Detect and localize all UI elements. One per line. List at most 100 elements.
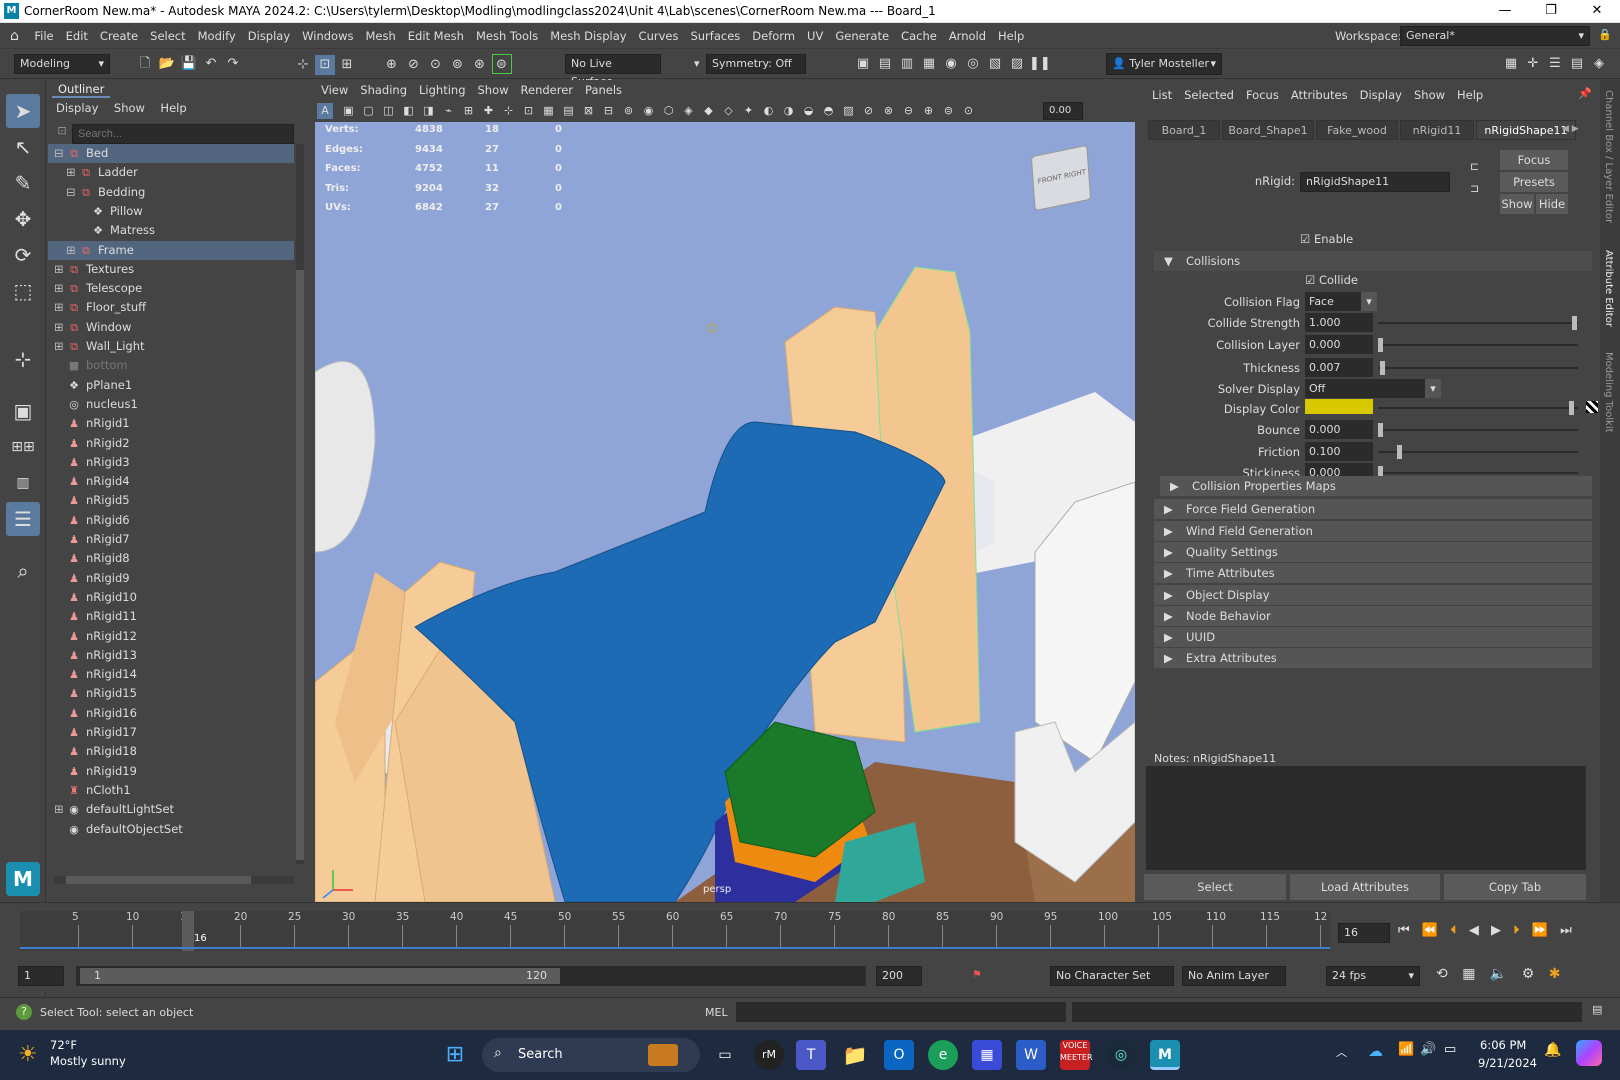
viewport-tool-icon[interactable]: ◧ (401, 103, 417, 119)
viewport-tool-icon[interactable]: ▣ (341, 103, 357, 119)
time-ruler[interactable]: 5101520253035404550556065707580859095100… (20, 911, 1330, 951)
enable-checkbox[interactable]: ☑ Enable (1300, 232, 1353, 246)
ae-tab[interactable]: nRigidShape11 (1476, 120, 1576, 140)
attr-field[interactable]: Face ▾ (1305, 292, 1377, 311)
menu-help[interactable]: Help (992, 23, 1030, 49)
single-perspective-icon[interactable]: ▣ (6, 394, 40, 428)
step-back-icon[interactable]: ⏪ (1422, 923, 1438, 938)
menu-display[interactable]: Display (242, 23, 296, 49)
menu-arnold[interactable]: Arnold (943, 23, 992, 49)
word-icon[interactable]: W (1016, 1040, 1046, 1070)
menu-surfaces[interactable]: Surfaces (684, 23, 746, 49)
viewport-tool-icon[interactable]: ⊗ (881, 103, 897, 119)
minimize-button[interactable]: — (1482, 0, 1528, 23)
search-icon[interactable]: ⌕ (6, 554, 40, 588)
attr-slider[interactable] (1378, 344, 1578, 346)
menu-generate[interactable]: Generate (829, 23, 895, 49)
viewport-tool-icon[interactable]: ◐ (761, 103, 777, 119)
outliner-item[interactable]: ♟ nRigid4 (48, 472, 294, 491)
view-cube-right[interactable]: RIGHT (1064, 168, 1087, 180)
viewport-tool-icon[interactable]: ◉ (641, 103, 657, 119)
viewport-tool-icon[interactable]: ◓ (821, 103, 837, 119)
snap-surface-icon[interactable]: ⊛ (470, 55, 490, 75)
section-header[interactable]: ▶ Force Field Generation (1154, 499, 1592, 520)
select-component-icon[interactable]: ⊞ (337, 55, 357, 75)
prev-key-icon[interactable]: ⏴ (1450, 923, 1457, 938)
ae-tab[interactable]: Board_1 (1148, 120, 1220, 140)
outliner-item[interactable]: ⊞ ⧉ Window (48, 318, 294, 337)
task-view-icon[interactable]: ▭ (710, 1040, 740, 1070)
edge-icon[interactable]: e (928, 1040, 958, 1070)
outlook-icon[interactable]: O (884, 1040, 914, 1070)
outliner-item[interactable]: ♟ nRigid17 (48, 723, 294, 742)
slider-handle[interactable] (1397, 445, 1403, 459)
ae-menu-help[interactable]: Help (1451, 85, 1489, 105)
viewport-tool-icon[interactable]: ⊖ (901, 103, 917, 119)
outliner-item[interactable]: ♟ nRigid19 (48, 762, 294, 781)
expand-toggle-icon[interactable]: ⊞ (54, 337, 64, 356)
section-header[interactable]: ▶ Node Behavior (1154, 605, 1592, 626)
close-button[interactable]: ✕ (1574, 0, 1620, 23)
viewport-tool-icon[interactable]: ◆ (701, 103, 717, 119)
viewport-tool-icon[interactable]: ◒ (801, 103, 817, 119)
sound-icon[interactable]: 🔈 (1490, 966, 1507, 982)
filter-icon[interactable]: ⊡ (54, 124, 70, 144)
workspace-dropdown[interactable]: General* ▾ (1400, 26, 1590, 46)
viewport-panel[interactable]: View Shading Lighting Show Renderer Panels A … (315, 80, 1135, 902)
outliner-item[interactable]: ⊞ ⧉ Telescope (48, 279, 294, 298)
layout-ui-icon[interactable]: ◈ (1589, 54, 1609, 74)
user-account[interactable]: 👤 Tyler Mosteller ▾ (1106, 53, 1222, 75)
menu-curves[interactable]: Curves (633, 23, 685, 49)
start-frame-field[interactable]: 1 (18, 966, 64, 986)
expand-toggle-icon[interactable]: ⊞ (54, 279, 64, 298)
snap-grid-icon[interactable]: ⊕ (382, 55, 402, 75)
menu-deform[interactable]: Deform (746, 23, 801, 49)
pin-icon[interactable]: 📌 (1578, 87, 1592, 100)
viewport-tool-icon[interactable]: ⊜ (941, 103, 957, 119)
outliner-item[interactable]: ■ bottom (48, 356, 294, 375)
attr-slider[interactable] (1378, 451, 1578, 453)
view-cube[interactable]: FRONT RIGHT (1030, 144, 1092, 212)
outliner-item[interactable]: ⊞ ⧉ Frame (48, 240, 294, 260)
layout-persp-icon[interactable]: ✛ (1523, 54, 1543, 74)
render-settings-icon[interactable]: ▦ (919, 54, 939, 74)
maximize-button[interactable]: ❐ (1528, 0, 1574, 23)
color-slider[interactable] (1378, 407, 1578, 409)
outliner-item[interactable]: ♟ nRigid7 (48, 530, 294, 549)
viewport-tool-icon[interactable]: ▦ (541, 103, 557, 119)
outliner-hscrollbar[interactable] (54, 876, 294, 884)
four-view-icon[interactable]: ⊞⊞ (6, 430, 40, 464)
loop-icon[interactable]: ⟲ (1436, 966, 1448, 982)
select-hierarchy-icon[interactable]: ⊹ (293, 55, 313, 75)
presets-button[interactable]: Presets (1500, 172, 1568, 192)
expand-toggle-icon[interactable]: ⊞ (54, 298, 64, 317)
lasso-tool-icon[interactable]: ↖ (6, 130, 40, 164)
start-icon[interactable]: ⊞ (440, 1040, 470, 1070)
volume-icon[interactable]: 🔊 (1420, 1042, 1436, 1057)
onedrive-icon[interactable]: ☁ (1368, 1042, 1383, 1060)
arnold-render-icon[interactable]: ◎ (963, 54, 983, 74)
viewport-tool-icon[interactable]: ⌁ (441, 103, 457, 119)
layout-panes-icon[interactable]: ▤ (1567, 54, 1587, 74)
outliner-item[interactable]: ❖ Matress (48, 221, 294, 240)
ae-menu-display[interactable]: Display (1354, 85, 1408, 105)
taskbar-search[interactable]: ⌕ Search (482, 1038, 700, 1072)
move-tool-icon[interactable]: ✥ (6, 202, 40, 236)
menu-create[interactable]: Create (94, 23, 144, 49)
app-circle-icon[interactable]: ◎ (1106, 1040, 1136, 1070)
home-icon[interactable]: ⌂ (0, 23, 25, 49)
voicemeeter-icon[interactable]: VOICE MEETER (1060, 1040, 1093, 1070)
outliner-item[interactable]: ◎ nucleus1 (48, 395, 294, 414)
outliner-item[interactable]: ♟ nRigid6 (48, 511, 294, 530)
symmetry-field[interactable]: Symmetry: Off (706, 54, 806, 74)
outliner-item[interactable]: ♟ nRigid14 (48, 665, 294, 684)
weather-icon[interactable]: ☀ (18, 1042, 38, 1067)
expand-toggle-icon[interactable]: ⊞ (66, 241, 76, 260)
viewport-tool-icon[interactable]: ▤ (561, 103, 577, 119)
maya-taskbar-icon[interactable]: M (1150, 1040, 1180, 1070)
menu-mesh-display[interactable]: Mesh Display (544, 23, 632, 49)
viewport-tool-icon[interactable]: ✦ (741, 103, 757, 119)
outliner-tab[interactable]: Outliner (52, 82, 111, 98)
attr-slider[interactable] (1378, 322, 1578, 324)
exposure-field[interactable]: 0.00 (1043, 102, 1083, 120)
